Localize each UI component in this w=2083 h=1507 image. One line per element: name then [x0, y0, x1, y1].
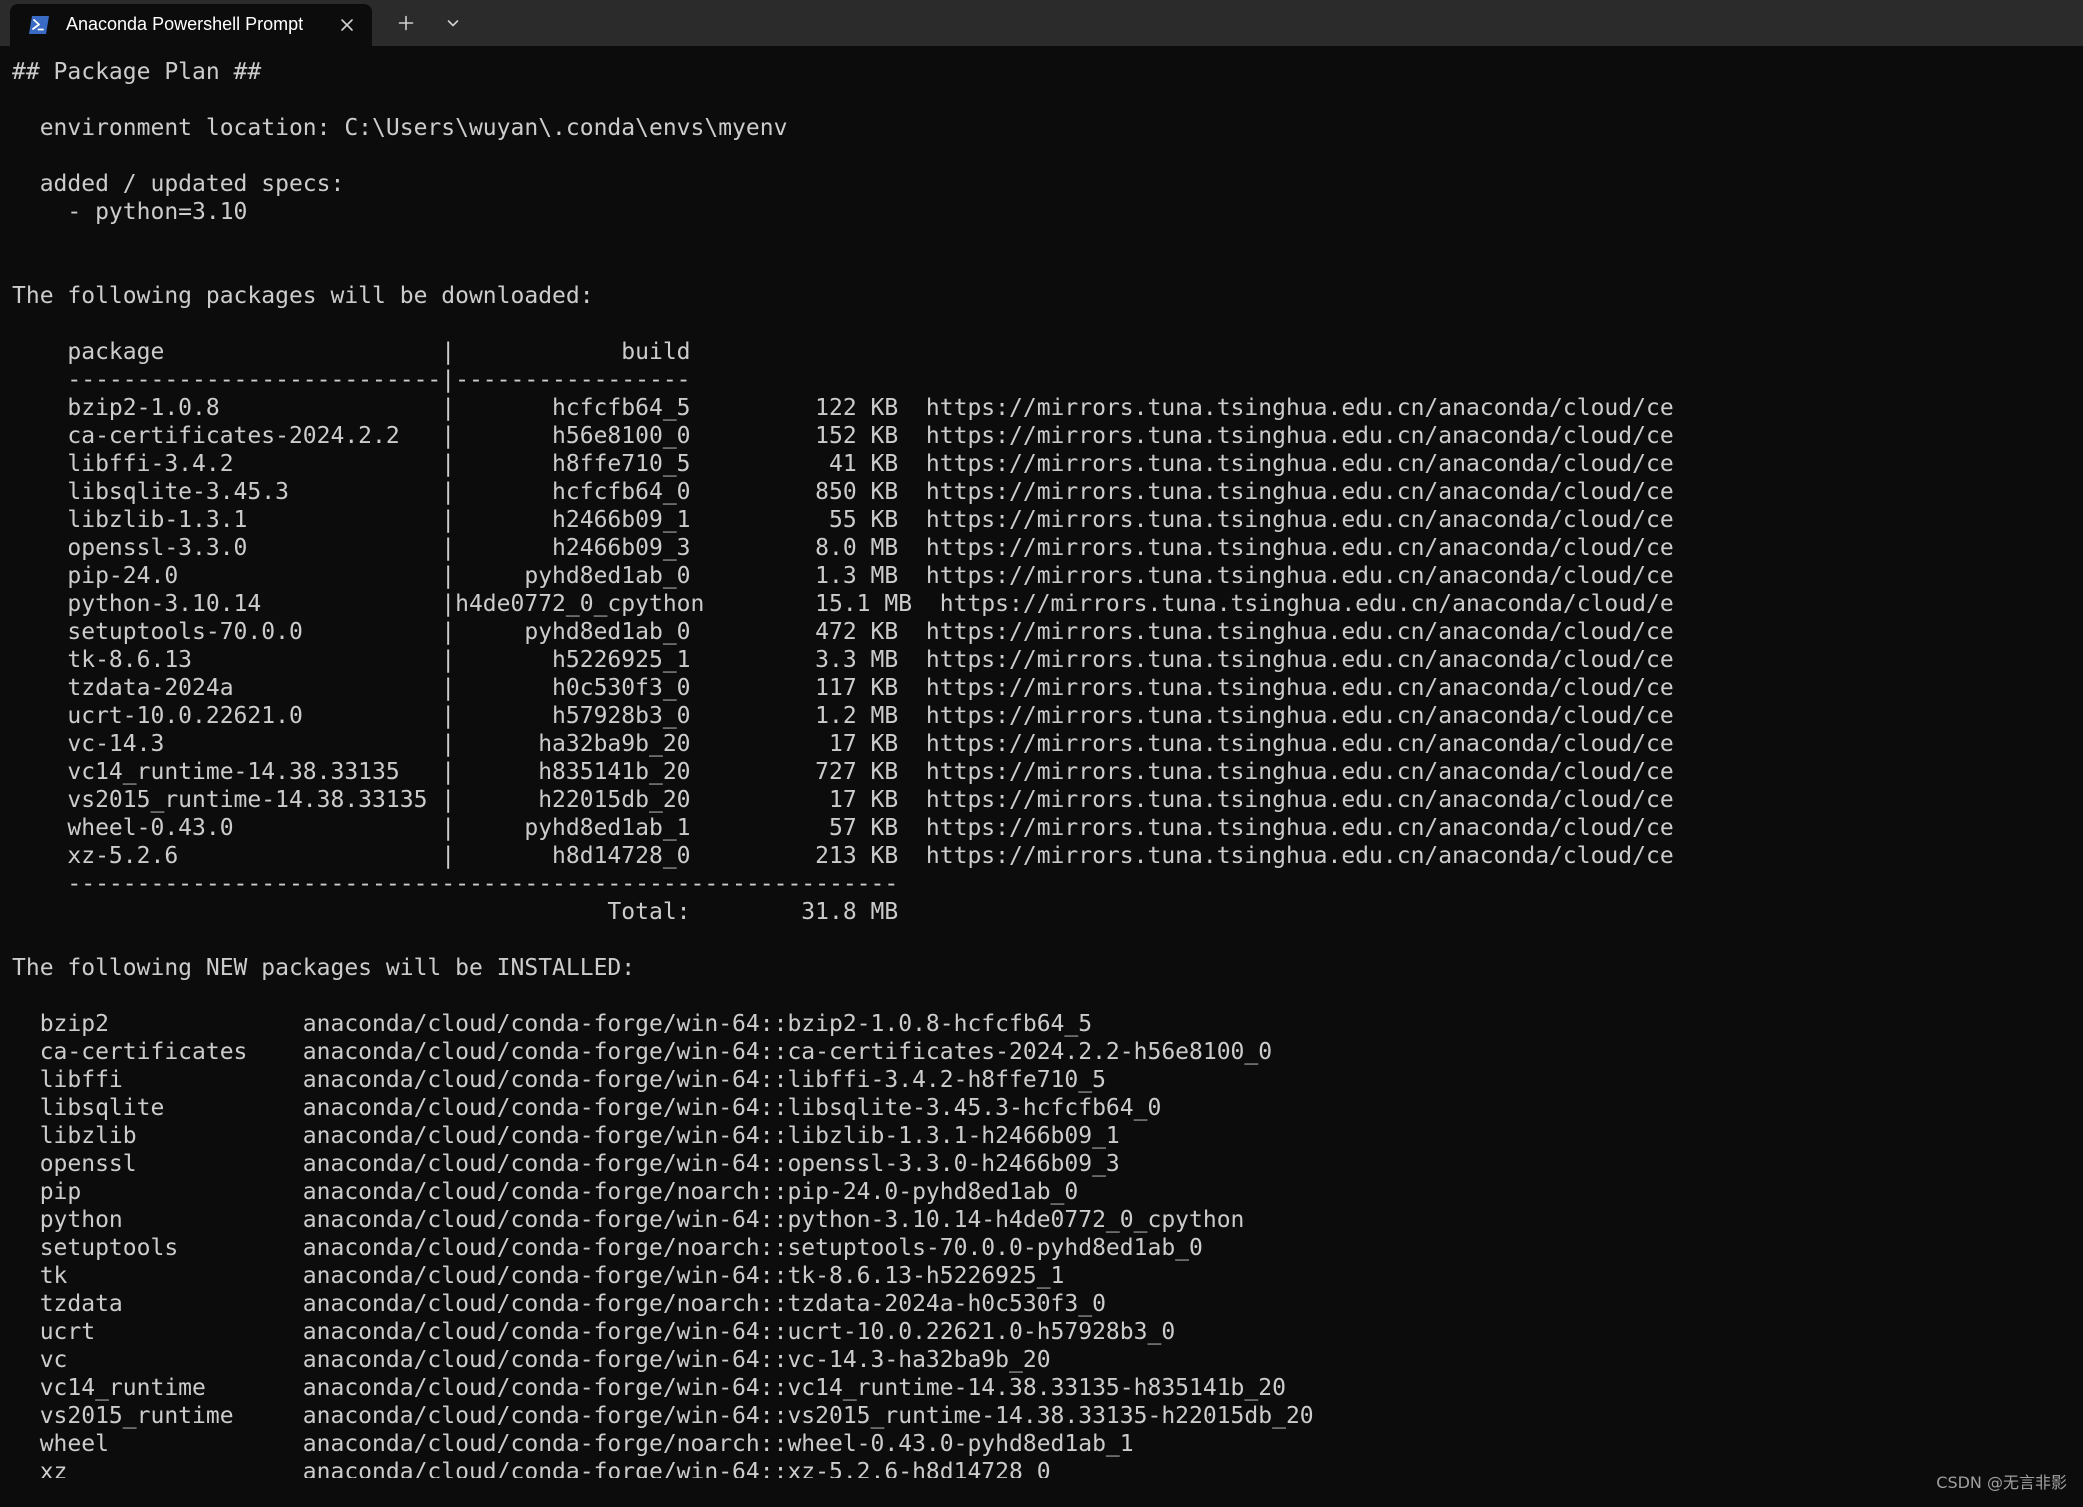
terminal-output[interactable]: ## Package Plan ## environment location:…: [12, 58, 2072, 1478]
terminal-line: ----------------------------------------…: [12, 871, 899, 897]
terminal-line: libsqlite anaconda/cloud/conda-forge/win…: [12, 1095, 1162, 1121]
terminal-line: python anaconda/cloud/conda-forge/win-64…: [12, 1207, 1245, 1233]
terminal-line: ucrt-10.0.22621.0 | h57928b3_0 1.2 MB ht…: [12, 703, 1674, 729]
terminal-line: The following packages will be downloade…: [12, 283, 594, 309]
terminal-line: The following NEW packages will be INSTA…: [12, 955, 636, 981]
terminal-line: python-3.10.14 |h4de0772_0_cpython 15.1 …: [12, 591, 1674, 617]
terminal-line: tk-8.6.13 | h5226925_1 3.3 MB https://mi…: [12, 647, 1674, 673]
terminal-line: ca-certificates-2024.2.2 | h56e8100_0 15…: [12, 423, 1674, 449]
terminal-line: openssl anaconda/cloud/conda-forge/win-6…: [12, 1151, 1120, 1177]
terminal-line: vs2015_runtime anaconda/cloud/conda-forg…: [12, 1403, 1314, 1429]
terminal-line: Total: 31.8 MB: [12, 899, 899, 925]
title-bar: Anaconda Powershell Prompt: [0, 0, 2083, 46]
terminal-line: vc14_runtime anaconda/cloud/conda-forge/…: [12, 1375, 1286, 1401]
terminal-line: - python=3.10: [12, 199, 248, 225]
terminal-line: bzip2 anaconda/cloud/conda-forge/win-64:…: [12, 1011, 1093, 1037]
powershell-icon: [28, 14, 50, 36]
terminal-line: pip-24.0 | pyhd8ed1ab_0 1.3 MB https://m…: [12, 563, 1674, 589]
tab-title: Anaconda Powershell Prompt: [66, 14, 304, 34]
terminal-line: vc14_runtime-14.38.33135 | h835141b_20 7…: [12, 759, 1674, 785]
terminal-line: libzlib-1.3.1 | h2466b09_1 55 KB https:/…: [12, 507, 1674, 533]
terminal-line: environment location: C:\Users\wuyan\.co…: [12, 115, 788, 141]
tab-anaconda-powershell-prompt[interactable]: Anaconda Powershell Prompt: [10, 4, 372, 46]
terminal-line: vc-14.3 | ha32ba9b_20 17 KB https://mirr…: [12, 731, 1674, 757]
terminal-line: pip anaconda/cloud/conda-forge/noarch::p…: [12, 1179, 1079, 1205]
terminal-line: libffi-3.4.2 | h8ffe710_5 41 KB https://…: [12, 451, 1674, 477]
terminal-line: xz anaconda/cloud/conda-forge/win-64::xz…: [12, 1459, 1051, 1478]
plus-icon: [398, 15, 414, 31]
terminal-line: wheel anaconda/cloud/conda-forge/noarch:…: [12, 1431, 1134, 1457]
terminal-line: ## Package Plan ##: [12, 59, 262, 85]
terminal-line: setuptools anaconda/cloud/conda-forge/no…: [12, 1235, 1203, 1261]
watermark: CSDN @无言非影: [1936, 1473, 2067, 1492]
terminal-line: xz-5.2.6 | h8d14728_0 213 KB https://mir…: [12, 843, 1674, 869]
chevron-down-icon: [447, 20, 459, 27]
terminal-line: wheel-0.43.0 | pyhd8ed1ab_1 57 KB https:…: [12, 815, 1674, 841]
terminal-line: tzdata anaconda/cloud/conda-forge/noarch…: [12, 1291, 1106, 1317]
terminal-line: bzip2-1.0.8 | hcfcfb64_5 122 KB https://…: [12, 395, 1674, 421]
terminal-line: ---------------------------|------------…: [12, 367, 691, 393]
terminal-line: vc anaconda/cloud/conda-forge/win-64::vc…: [12, 1347, 1051, 1373]
terminal-line: package | build: [12, 339, 691, 365]
new-tab-button[interactable]: [391, 9, 421, 37]
close-tab-button[interactable]: [334, 12, 360, 38]
close-icon: [341, 19, 353, 31]
terminal-line: ca-certificates anaconda/cloud/conda-for…: [12, 1039, 1273, 1065]
tab-dropdown-button[interactable]: [438, 9, 468, 37]
terminal-line: openssl-3.3.0 | h2466b09_3 8.0 MB https:…: [12, 535, 1674, 561]
terminal-line: vs2015_runtime-14.38.33135 | h22015db_20…: [12, 787, 1674, 813]
terminal-line: added / updated specs:: [12, 171, 345, 197]
terminal-line: tzdata-2024a | h0c530f3_0 117 KB https:/…: [12, 675, 1674, 701]
terminal-line: libffi anaconda/cloud/conda-forge/win-64…: [12, 1067, 1106, 1093]
terminal-line: ucrt anaconda/cloud/conda-forge/win-64::…: [12, 1319, 1176, 1345]
terminal-line: tk anaconda/cloud/conda-forge/win-64::tk…: [12, 1263, 1065, 1289]
terminal-line: setuptools-70.0.0 | pyhd8ed1ab_0 472 KB …: [12, 619, 1674, 645]
terminal-line: libzlib anaconda/cloud/conda-forge/win-6…: [12, 1123, 1120, 1149]
terminal-line: libsqlite-3.45.3 | hcfcfb64_0 850 KB htt…: [12, 479, 1674, 505]
